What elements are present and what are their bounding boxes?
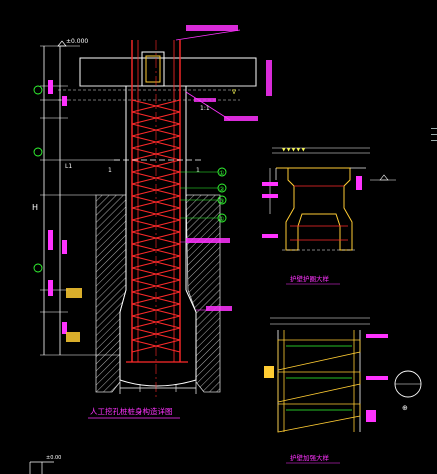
bottom-left-stamp: ±0.00 <box>29 455 61 474</box>
viewport-edge-tick <box>431 128 437 129</box>
svg-text:▼ ▼ ▼ ▼ ▼: ▼ ▼ ▼ ▼ ▼ <box>282 148 306 153</box>
svg-text:1: 1 <box>108 167 112 174</box>
bottom-stamp-text: ±0.00 <box>46 455 61 461</box>
main-title: 人工挖孔桩桩身构造详图 <box>90 406 173 416</box>
dim-total-label: H <box>32 203 38 212</box>
pile-cap <box>58 51 257 101</box>
rebar-cage <box>126 40 188 363</box>
viewport-edge-tick <box>431 140 437 141</box>
elevation-top-label: ±0.000 <box>66 38 88 45</box>
svg-text:1:1: 1:1 <box>200 105 210 112</box>
cad-drawing-canvas: 1:1 ∇ H L1 ±0.000 1 1 ① ② ③ ① 人工挖孔桩桩身构造详… <box>0 0 437 474</box>
marker-2: ② <box>219 186 225 193</box>
top-annotations: 1:1 ∇ <box>175 25 272 121</box>
viewport-edge-tick <box>431 134 437 135</box>
detail-ring-title: 护壁护圈大样 <box>290 274 330 283</box>
base-dimension <box>119 382 197 394</box>
marker-3: ③ <box>219 198 224 205</box>
elevation-top-group: ±0.000 <box>57 38 88 47</box>
detail-casing-title: 护壁加强大样 <box>290 453 330 462</box>
marker-4: ① <box>219 216 224 223</box>
dim-segment-label: L1 <box>65 163 72 170</box>
marker-1: ① <box>219 170 224 177</box>
main-title-group: 人工挖孔桩桩身构造详图 <box>88 406 180 419</box>
svg-text:∇: ∇ <box>231 89 237 96</box>
left-section-markers <box>33 85 43 273</box>
svg-text:1: 1 <box>196 167 200 174</box>
soil-hatch-left <box>95 194 127 393</box>
soil-hatch-right <box>185 194 221 393</box>
detail-casing: ⊕ 护壁加强大样 <box>264 317 422 464</box>
detail-retaining-ring: ▼ ▼ ▼ ▼ ▼ 护壁护圈大样 <box>262 147 396 285</box>
ring-detail-mark: ⊕ <box>402 404 408 412</box>
